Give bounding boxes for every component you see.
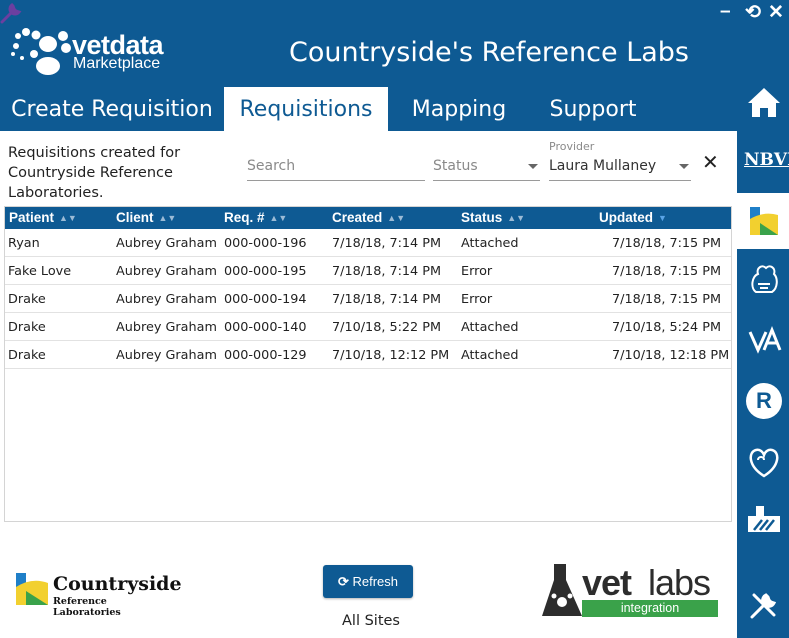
vetlabs-word-labs: labs [648, 562, 711, 603]
minimize-button[interactable]: – [720, 1, 731, 23]
chevron-down-icon [528, 164, 538, 169]
sort-icon: ▲▼ [387, 213, 406, 223]
refresh-label: Refresh [352, 574, 399, 589]
column-header-patient[interactable]: Patient ▲▼ [9, 210, 77, 225]
status-select[interactable]: Status [433, 158, 540, 181]
vetlabs-logo: vet labs integration [540, 562, 720, 620]
column-header-req[interactable]: Req. # ▲▼ [224, 210, 287, 225]
flask-logo-icon [542, 564, 582, 616]
table-row[interactable]: Drake Aubrey Graham 000-000-194 7/18/18,… [5, 285, 731, 313]
page-title: Countryside's Reference Labs [289, 37, 689, 68]
cell-patient: Ryan [8, 236, 40, 251]
cell-client: Aubrey Graham [116, 320, 217, 335]
home-icon[interactable] [744, 82, 784, 122]
cell-req: 000-000-129 [224, 348, 307, 363]
cell-status: Attached [461, 236, 519, 251]
refresh-icon: ⟳ [337, 574, 349, 589]
clear-filter-icon[interactable]: ✕ [702, 150, 719, 175]
provider-value: Laura Mullaney [549, 158, 657, 174]
sort-icon: ▲▼ [59, 213, 77, 223]
cell-created: 7/10/18, 12:12 PM [332, 348, 450, 363]
cell-status: Error [461, 264, 493, 279]
refresh-button[interactable]: ⟳ Refresh [323, 565, 413, 598]
cell-status: Attached [461, 348, 519, 363]
countryside-name: Countryside [53, 573, 182, 595]
column-header-status[interactable]: Status ▲▼ [461, 210, 525, 225]
va-icon[interactable] [744, 320, 784, 360]
cell-client: Aubrey Graham [116, 348, 217, 363]
app-header: vetdata Marketplace Countryside's Refere… [0, 0, 737, 131]
vetlabs-subtitle: integration [582, 600, 718, 617]
cell-created: 7/18/18, 7:14 PM [332, 264, 442, 279]
cell-req: 000-000-194 [224, 292, 307, 307]
table-row[interactable]: Drake Aubrey Graham 000-000-129 7/10/18,… [5, 341, 731, 369]
cell-req: 000-000-195 [224, 264, 307, 279]
table-row[interactable]: Fake Love Aubrey Graham 000-000-195 7/18… [5, 257, 731, 285]
cell-client: Aubrey Graham [116, 292, 217, 307]
cell-status: Error [461, 292, 493, 307]
countryside-logo: Countryside Reference Laboratories [14, 569, 182, 618]
search-placeholder: Search [247, 158, 296, 174]
countryside-subtitle: Reference Laboratories [53, 596, 121, 618]
cell-updated: 7/18/18, 7:15 PM [612, 236, 722, 251]
countryside-logo-icon [16, 573, 48, 605]
cell-patient: Fake Love [8, 264, 72, 279]
cell-created: 7/18/18, 7:14 PM [332, 236, 442, 251]
provider-select[interactable]: Laura Mullaney [549, 158, 691, 181]
sort-icon: ▲▼ [269, 213, 288, 223]
column-header-client[interactable]: Client ▲▼ [116, 210, 176, 225]
sites-label: All Sites [342, 613, 400, 629]
lab-icon[interactable] [744, 500, 784, 540]
cell-updated: 7/18/18, 7:15 PM [612, 292, 722, 307]
cell-updated: 7/10/18, 5:24 PM [612, 320, 722, 335]
cell-req: 000-000-140 [224, 320, 307, 335]
vetlabs-word-vet: vet [582, 562, 632, 603]
table-row[interactable]: Drake Aubrey Graham 000-000-140 7/10/18,… [5, 313, 731, 341]
rx-icon[interactable]: R [744, 381, 784, 421]
cell-updated: 7/18/18, 7:15 PM [612, 264, 722, 279]
requisitions-table: Patient ▲▼ Client ▲▼ Req. # ▲▼ Created ▲▼ St… [4, 206, 732, 522]
countryside-icon[interactable] [744, 201, 784, 241]
cell-created: 7/18/18, 7:14 PM [332, 292, 442, 307]
cell-updated: 7/10/18, 12:18 PM [612, 348, 730, 363]
table-header: Patient ▲▼ Client ▲▼ Req. # ▲▼ Created ▲▼ St… [5, 207, 731, 229]
logo-subtitle: Marketplace [73, 55, 161, 72]
cell-patient: Drake [8, 292, 46, 307]
rx-label: R [746, 383, 782, 419]
cell-patient: Drake [8, 320, 46, 335]
provider-label: Provider [549, 140, 595, 153]
tab-create-requisition[interactable]: Create Requisition [0, 87, 224, 131]
sort-icon: ▲▼ [507, 213, 526, 223]
cell-created: 7/10/18, 5:22 PM [332, 320, 442, 335]
tools-icon[interactable] [744, 585, 784, 625]
chevron-down-icon [679, 164, 689, 169]
nbvl-icon[interactable]: NBVL [744, 142, 789, 182]
sort-desc-icon: ▼ [658, 213, 667, 223]
cell-client: Aubrey Graham [116, 236, 217, 251]
search-input[interactable]: Search [247, 158, 425, 181]
window-controls: – ⟲ ✕ [718, 0, 788, 24]
column-header-created[interactable]: Created ▲▼ [332, 210, 405, 225]
column-header-updated[interactable]: Updated ▼ [599, 210, 667, 225]
close-button[interactable]: ✕ [768, 1, 784, 24]
wrench-icon [0, 3, 22, 24]
cell-patient: Drake [8, 348, 46, 363]
tab-support[interactable]: Support [525, 87, 661, 131]
requisitions-description: Requisitions created for Countryside Ref… [8, 145, 181, 201]
cell-client: Aubrey Graham [116, 264, 217, 279]
pets-icon[interactable] [744, 258, 784, 298]
tab-mapping[interactable]: Mapping [399, 87, 519, 131]
status-placeholder: Status [433, 158, 478, 174]
sort-icon: ▲▼ [158, 213, 177, 223]
restore-button[interactable]: ⟲ [745, 1, 761, 24]
cell-status: Attached [461, 320, 519, 335]
cell-req: 000-000-196 [224, 236, 307, 251]
table-row[interactable]: Ryan Aubrey Graham 000-000-196 7/18/18, … [5, 229, 731, 257]
hearts-icon[interactable] [744, 440, 784, 480]
tab-requisitions[interactable]: Requisitions [224, 87, 388, 131]
